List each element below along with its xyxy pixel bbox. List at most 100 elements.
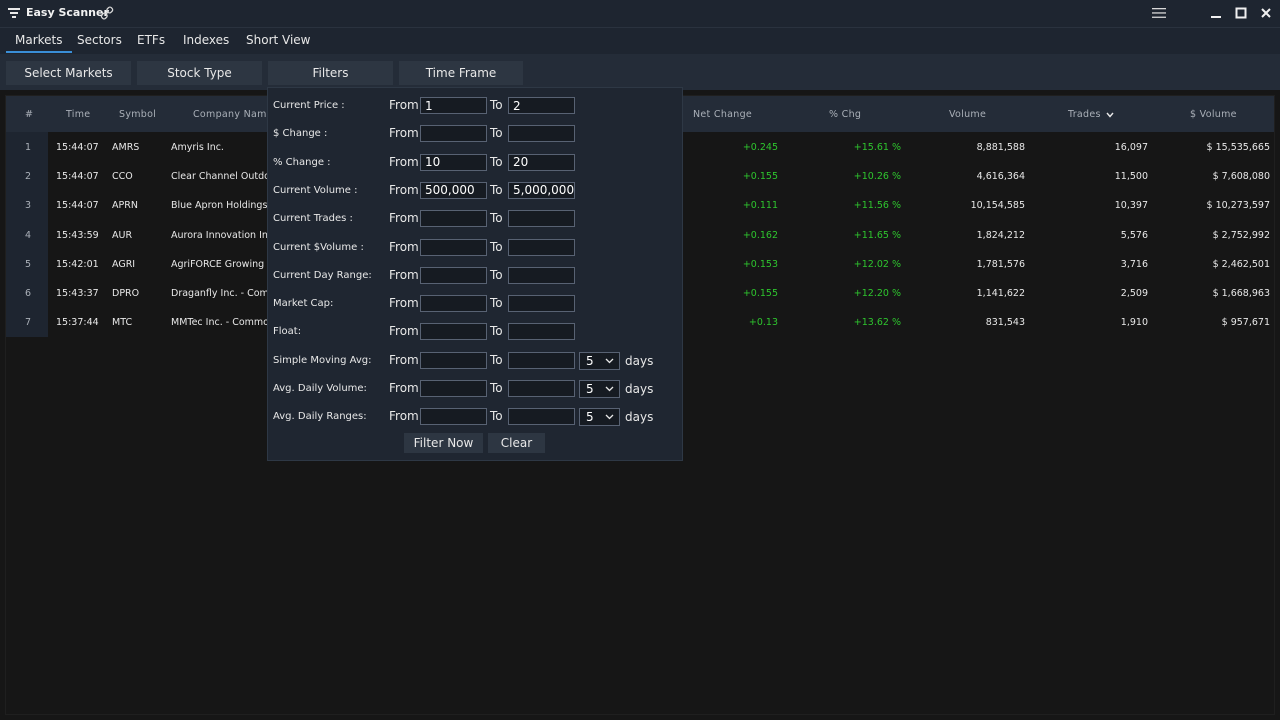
to-label: To: [490, 98, 503, 112]
cell-volume: 10,154,585: [970, 200, 1025, 212]
from-label: From: [389, 154, 419, 169]
filter-market-cap-from-input[interactable]: [420, 295, 487, 313]
filter-change-from-input[interactable]: [420, 125, 487, 143]
close-icon[interactable]: [1258, 5, 1274, 21]
col-header-volume[interactable]: Volume: [949, 109, 986, 120]
filter-current-volume-to-input[interactable]: [508, 238, 575, 256]
filter-current-price-to-input[interactable]: [508, 97, 575, 114]
cell-company: Draganfly Inc. - Com: [171, 288, 269, 299]
filter-avg-daily-volume-to-input[interactable]: [508, 380, 575, 397]
filter-avg-daily-volume-from-input[interactable]: [420, 380, 487, 397]
tab-indexes[interactable]: Indexes: [183, 33, 229, 47]
minimize-icon[interactable]: [1208, 5, 1224, 21]
filter-current-price-from-input[interactable]: [420, 97, 487, 114]
cell-number: 2: [25, 171, 32, 183]
filter-avg-daily-ranges-days-select[interactable]: 5: [579, 408, 620, 427]
cell-pct-change: +11.65 %: [853, 229, 901, 241]
col-header-company[interactable]: Company Name: [193, 109, 273, 120]
cell-time: 15:44:07: [56, 200, 99, 212]
filter-label-current-volume: Current Volume :: [273, 184, 358, 196]
cell-volume: 1,781,576: [976, 258, 1025, 270]
to-label: To: [490, 324, 503, 339]
cell-company: AgriFORCE Growing: [171, 258, 265, 270]
from-label: From: [389, 409, 419, 424]
cell-net-change: +0.155: [742, 171, 778, 183]
days-select-value: 5: [586, 353, 594, 368]
cell-company: Blue Apron Holdings: [171, 200, 268, 212]
from-label: From: [389, 296, 419, 311]
filters-button[interactable]: Filters: [268, 61, 393, 85]
from-label: From: [389, 182, 419, 197]
to-label: To: [490, 381, 503, 395]
time-frame-button[interactable]: Time Frame: [399, 61, 523, 85]
cell-trades: 1,910: [1120, 317, 1148, 329]
filter-float-to-input[interactable]: [508, 323, 575, 341]
filter-current-trades-from-input[interactable]: [420, 210, 487, 228]
filter-market-cap-to-input[interactable]: [508, 295, 575, 313]
maximize-icon[interactable]: [1233, 5, 1249, 21]
cell-trades: 3,716: [1120, 258, 1148, 270]
col-header-number[interactable]: #: [25, 109, 33, 120]
col-header-time[interactable]: Time: [66, 109, 90, 120]
filter-now-button[interactable]: Filter Now: [404, 433, 483, 453]
tab-markets[interactable]: Markets: [6, 33, 71, 53]
sort-desc-icon: [1106, 112, 1114, 118]
filter-simple-moving-avg-days-select[interactable]: 5: [579, 351, 620, 370]
filter-avg-daily-ranges-to-input[interactable]: [508, 408, 575, 426]
cell-volume: 8,881,588: [976, 142, 1025, 153]
to-label: To: [490, 126, 503, 141]
filter-current-volume-from-input[interactable]: [420, 238, 487, 256]
toolbar: Select Markets Stock Type Filters Time F…: [0, 54, 1280, 90]
filter-current-volume-to-input[interactable]: [508, 181, 575, 199]
col-header-symbol[interactable]: Symbol: [119, 109, 156, 120]
cell-volume: 4,616,364: [976, 171, 1025, 183]
menu-icon[interactable]: [1152, 7, 1166, 19]
from-label: From: [389, 324, 419, 339]
filter-current-trades-to-input[interactable]: [508, 210, 575, 228]
app-title: Easy Scanner: [26, 6, 109, 19]
cell-pct-change: +12.20 %: [853, 288, 901, 299]
cell-trades: 5,576: [1120, 229, 1148, 241]
filter-label-float: Float:: [273, 326, 302, 338]
col-header-dollar-volume[interactable]: $ Volume: [1190, 109, 1237, 120]
col-header-pct-change[interactable]: % Chg: [829, 109, 861, 120]
filter-label-simple-moving-avg: Simple Moving Avg:: [273, 354, 372, 366]
filter-icon: [8, 8, 20, 18]
filter-label-avg-daily-ranges: Avg. Daily Ranges:: [273, 411, 367, 423]
filter-change-to-input[interactable]: [508, 125, 575, 143]
cell-company: MMTec Inc. - Commo: [171, 317, 269, 329]
from-label: From: [389, 239, 419, 254]
filter-float-from-input[interactable]: [420, 323, 487, 341]
filter-change-to-input[interactable]: [508, 153, 575, 171]
filter-current-day-range-to-input[interactable]: [508, 266, 575, 284]
cell-trades: 2,509: [1120, 288, 1148, 299]
filter-avg-daily-ranges-from-input[interactable]: [420, 408, 487, 426]
cell-dollar-volume: $ 15,535,665: [1206, 142, 1270, 153]
cell-company: Amyris Inc.: [171, 142, 224, 153]
select-markets-button[interactable]: Select Markets: [6, 61, 131, 85]
cell-trades: 11,500: [1114, 171, 1148, 183]
link-icon[interactable]: [100, 6, 114, 20]
to-label: To: [490, 296, 503, 311]
tab-etfs[interactable]: ETFs: [137, 33, 165, 47]
from-label: From: [389, 352, 419, 367]
clear-button[interactable]: Clear: [488, 433, 545, 453]
filter-label-current-volume: Current $Volume :: [273, 241, 364, 253]
cell-time: 15:43:59: [56, 229, 99, 241]
col-header-net-change[interactable]: Net Change: [693, 109, 752, 120]
cell-number: 5: [25, 258, 32, 270]
filter-label-current-price: Current Price :: [273, 100, 345, 111]
tab-sectors[interactable]: Sectors: [77, 33, 122, 47]
filter-current-volume-from-input[interactable]: [420, 181, 487, 199]
col-header-trades[interactable]: Trades: [1068, 109, 1114, 120]
cell-trades: 10,397: [1114, 200, 1148, 212]
from-label: From: [389, 211, 419, 226]
cell-symbol: AGRI: [112, 258, 136, 270]
filter-current-day-range-from-input[interactable]: [420, 266, 487, 284]
filter-simple-moving-avg-from-input[interactable]: [420, 351, 487, 369]
stock-type-button[interactable]: Stock Type: [137, 61, 262, 85]
tab-short-view[interactable]: Short View: [246, 33, 311, 47]
filter-avg-daily-volume-days-select[interactable]: 5: [579, 380, 620, 398]
filter-change-from-input[interactable]: [420, 153, 487, 171]
filter-simple-moving-avg-to-input[interactable]: [508, 351, 575, 369]
